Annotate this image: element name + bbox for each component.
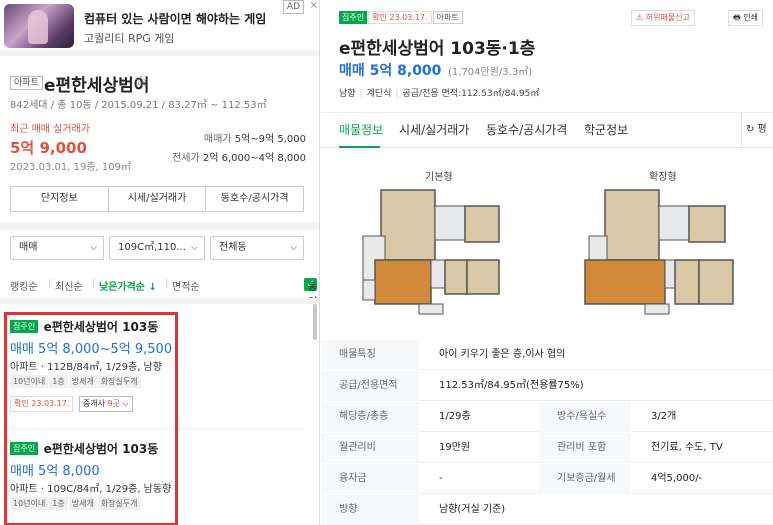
confirm-date-tag: 확인 23.03.17. [368,11,432,24]
ad-close-icon[interactable]: × [310,0,318,12]
row-value: 전기료, 수도, TV [651,442,723,453]
recent-trade-label: 최근 매매 실거래가 [10,124,90,135]
ad-badge: AD [282,0,304,14]
detail-unit-price: (1,704만원/3.3㎡) [448,67,533,78]
sort-low-price[interactable]: 낮은가격순 ↓ [99,278,157,293]
owner-tag: 집주인 [339,11,368,24]
print-button[interactable]: 🖶 인쇄 [728,10,763,26]
sort-divider: | [165,278,169,289]
row-value: 4억5,000/- [651,473,703,484]
table-row: 해당층/총층 1/29층 방수/욕실수 3/2개 [321,402,773,432]
deal-type-value: 매매 [19,242,38,253]
chevron-down-icon: ⌵ [90,243,97,253]
list-scrollbar[interactable] [313,304,317,340]
section-separator [0,222,319,230]
sale-price-range: 매매가 5억~9억 5,000 [204,130,306,145]
sale-price-range-value: 5억~9억 5,000 [234,134,306,145]
floorplan-extended-label: 확장형 [649,172,677,183]
detail-tags: 집주인 확인 23.03.17. 아파트 [339,10,463,24]
row-value: - [439,473,443,484]
row-value: 112.53㎡/84.95㎡(전용률75%) [439,380,584,391]
row-value: 1/29층 [439,411,471,422]
chevron-down-icon: ⌵ [191,243,198,253]
table-row: 월관리비 19만원 관리비 포함 전기료, 수도, TV [321,433,773,463]
detail-price: 매매 5억 8,000 [339,63,442,79]
listing-detail-panel: 집주인 확인 23.03.17. 아파트 ⚠ 허위매물신고 🖶 인쇄 e편한세상범어… [321,0,773,525]
complex-info-button[interactable]: 단지정보 [11,187,109,211]
row-key: 공급/전용면적 [321,371,419,401]
left-panel: 컴퓨터 있는 사람이면 해야하는 게임 고퀄리티 RPG 게임 AD × 아파트… [0,0,320,525]
filter-bar: 매매 ⌵ 109C㎡,110... ⌵ 전체동 ⌵ [10,236,308,260]
area-select[interactable]: 109C㎡,110... ⌵ [109,236,205,260]
unit-number-button[interactable]: 동호수/공시가격 [206,187,303,211]
row-value: 19만원 [439,442,471,453]
row-key: 월관리비 [321,433,419,463]
detail-meta: 남향 | 계단식 | 공급/전용 면적:112.53㎡/84.95㎡ [339,86,539,99]
floorplan-basic-image[interactable] [359,184,519,324]
ad-subtitle: 고퀄리티 RPG 게임 [84,32,175,45]
jeonse-price-range-key: 전세가 [172,153,200,164]
ad-banner[interactable]: 컴퓨터 있는 사람이면 해야하는 게임 고퀄리티 RPG 게임 AD × [0,0,319,56]
row-value: 3/2개 [651,411,677,422]
dong-select[interactable]: 전체동 ⌵ [210,236,304,260]
tab-market-price[interactable]: 시세/실거래가 [399,121,469,138]
row-key: 융자금 [321,464,419,494]
tab-unit-number[interactable]: 동호수/공시가격 [486,121,567,138]
ad-title[interactable]: 컴퓨터 있는 사람이면 해야하는 게임 [84,10,266,27]
sort-divider: | [92,278,96,289]
table-row: 방향 남향(거실 기준) [321,495,773,525]
market-price-button[interactable]: 시세/실거래가 [109,187,207,211]
table-row: 융자금 - 기보증금/월세 4억5,000/- [321,464,773,494]
meta-divider: | [359,89,363,99]
jeonse-price-range-value: 2억 6,000~4억 8,000 [202,153,306,164]
floorplan-extended-image[interactable] [583,184,743,324]
detail-direction: 남향 [339,89,356,99]
row-key: 방수/욕실수 [539,402,631,432]
area-value: 109C㎡,110... [118,242,186,253]
detail-stair-type: 계단식 [366,89,392,99]
table-row: 매물특징 아이 키우기 좋은 층,이사 협의 [321,340,773,370]
favorite-star-icon[interactable]: ☆ [134,71,148,90]
row-key: 관리비 포함 [539,433,631,463]
row-key: 방향 [321,495,419,525]
detail-area: 공급/전용 면적:112.53㎡/84.95㎡ [402,89,540,99]
table-row: 공급/전용면적 112.53㎡/84.95㎡(전용률75%) [321,371,773,401]
sort-area[interactable]: 면적순 [172,278,200,293]
row-key: 해당층/총층 [321,402,419,432]
chevron-down-icon: ⌵ [290,243,297,253]
report-fake-listing-button[interactable]: ⚠ 허위매물신고 [631,10,695,26]
sort-ranking[interactable]: 랭킹순 [10,278,38,293]
floorplan-basic-label: 기본형 [425,172,453,183]
meta-divider: | [395,89,399,99]
recent-trade-price: 5억 9,000 [10,139,87,157]
ad-thumbnail[interactable] [4,4,74,48]
dong-value: 전체동 [219,242,247,253]
deal-type-select[interactable]: 매매 ⌵ [10,236,104,260]
jeonse-price-range: 전세가 2억 6,000~4억 8,000 [172,149,306,164]
highlight-box [4,312,178,525]
detail-tabs: 매물정보 시세/실거래가 동호수/공시가격 학군정보 ↻ 평 [321,112,773,148]
recent-trade-date: 2023.03.01, 19층, 109㎡ [10,162,131,173]
tab-school-info[interactable]: 학군정보 [584,121,628,138]
sort-bar: 랭킹순 | 최신순 | 낮은가격순 ↓ | 면적순 ✓동일매물 묶기 [10,278,317,368]
detail-actions: ⚠ 허위매물신고 🖶 인쇄 [631,10,763,26]
listing-list: 집주인 e편한세상범어 103동 매매 5억 8,000~5억 9,500 아파… [0,304,319,525]
row-value: 남향(거실 기준) [439,504,506,515]
complex-button-row: 단지정보 시세/실거래가 동호수/공시가격 [10,186,304,212]
row-value: 아이 키우기 좋은 층,이사 협의 [439,349,566,360]
row-key: 기보증금/월세 [539,464,631,494]
sale-price-range-key: 매매가 [203,134,232,145]
row-key: 매물특징 [321,340,419,370]
tab-listing-info[interactable]: 매물정보 [339,121,383,138]
ad-figure [28,10,48,44]
sort-divider: | [48,278,52,289]
complex-type-tag: 아파트 [10,76,43,90]
complex-meta: 842세대 / 총 10동 / 2015.09.21 / 83.27㎡ ~ 11… [10,100,267,111]
type-tag: 아파트 [432,11,463,24]
sort-latest[interactable]: 최신순 [55,278,83,293]
active-tab-underline [339,146,380,148]
detail-title: e편한세상범어 103동·1층 [339,39,536,59]
area-unit-toggle[interactable]: ↻ 평 [741,113,773,147]
